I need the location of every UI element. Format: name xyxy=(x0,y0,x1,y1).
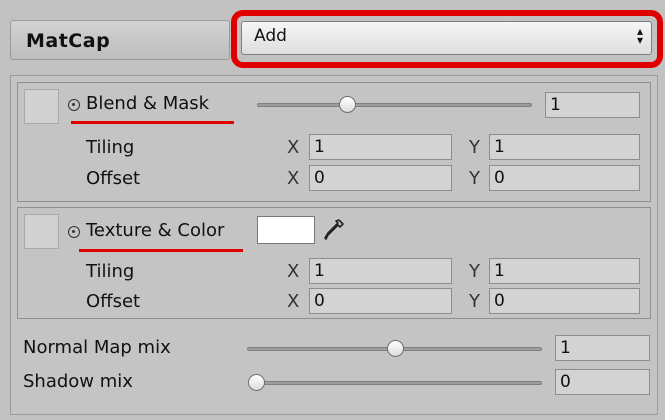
shadow-mix-label: Shadow mix xyxy=(23,371,133,392)
eyedropper-icon[interactable] xyxy=(322,217,346,243)
offset-x-field[interactable]: 0 xyxy=(309,288,452,314)
axis-x-label: X xyxy=(287,168,300,189)
tiling-label: Tiling xyxy=(86,137,135,158)
axis-y-label: Y xyxy=(469,291,480,312)
normal-map-mix-slider-thumb[interactable] xyxy=(386,340,404,357)
offset-y-field[interactable]: 0 xyxy=(489,288,640,314)
tiling-label: Tiling xyxy=(86,261,135,282)
shadow-mix-slider-thumb[interactable] xyxy=(248,374,265,391)
shadow-mix-slider-track[interactable] xyxy=(256,381,542,385)
color-swatch[interactable] xyxy=(257,216,315,244)
axis-x-label: X xyxy=(287,291,300,312)
tiling-y-field[interactable]: 1 xyxy=(489,134,640,160)
tiling-x-field[interactable]: 1 xyxy=(309,134,452,160)
axis-y-label: Y xyxy=(469,168,480,189)
blend-mask-value-field[interactable]: 1 xyxy=(545,92,640,118)
matcap-texture-slot[interactable] xyxy=(24,214,59,249)
texture-color-label: Texture & Color xyxy=(86,220,225,241)
shadow-mix-value-field[interactable]: 0 xyxy=(555,369,650,395)
offset-label: Offset xyxy=(86,291,141,312)
normal-map-mix-value-field[interactable]: 1 xyxy=(555,335,650,361)
foldout-dot-icon[interactable] xyxy=(68,99,80,111)
axis-y-label: Y xyxy=(469,261,480,282)
foldout-dot-icon[interactable] xyxy=(68,226,80,238)
axis-x-label: X xyxy=(287,261,300,282)
tiling-x-field[interactable]: 1 xyxy=(309,258,452,284)
blend-mask-label: Blend & Mask xyxy=(86,93,210,114)
annotation-underline xyxy=(71,121,234,124)
annotation-highlight-box xyxy=(231,10,663,68)
offset-label: Offset xyxy=(86,168,141,189)
axis-x-label: X xyxy=(287,137,300,158)
normal-map-mix-label: Normal Map mix xyxy=(23,337,171,358)
axis-y-label: Y xyxy=(469,137,480,158)
section-title: MatCap xyxy=(26,30,111,52)
tiling-y-field[interactable]: 1 xyxy=(489,258,640,284)
offset-x-field[interactable]: 0 xyxy=(309,165,452,191)
mask-texture-slot[interactable] xyxy=(24,89,59,124)
blend-mask-slider-track[interactable] xyxy=(257,103,532,107)
offset-y-field[interactable]: 0 xyxy=(489,165,640,191)
annotation-underline xyxy=(79,249,243,252)
